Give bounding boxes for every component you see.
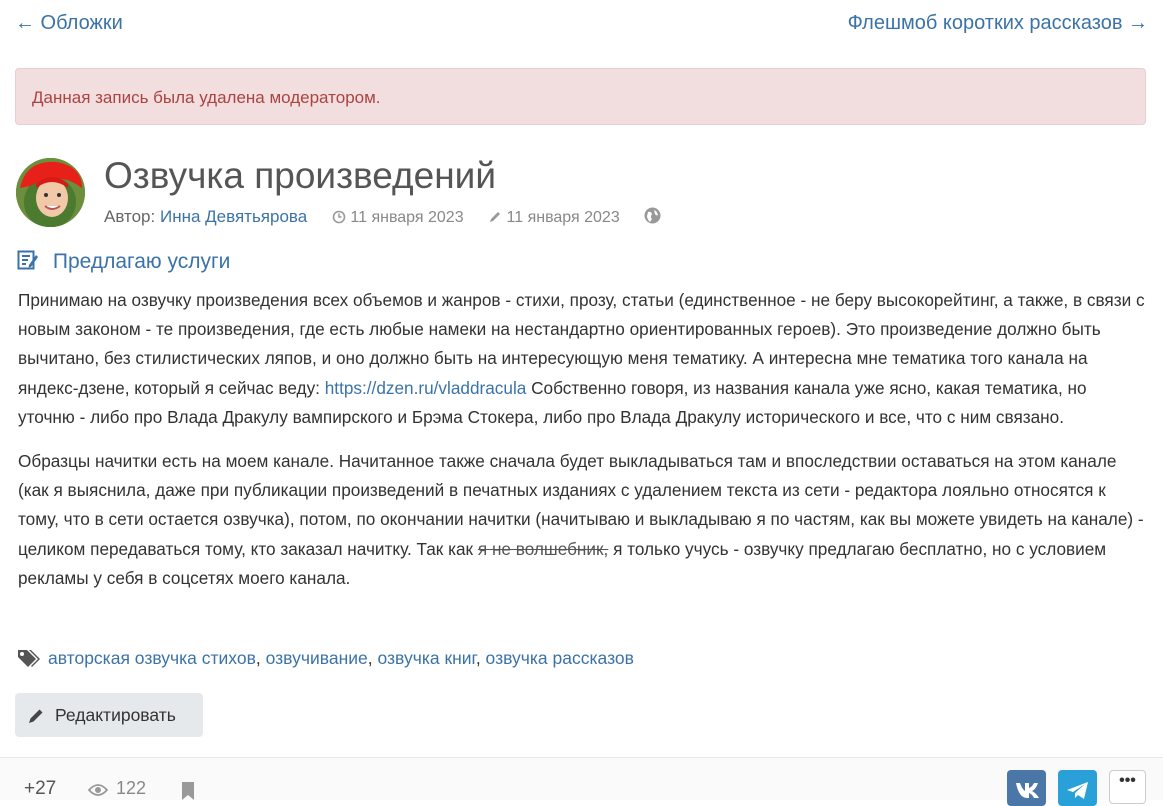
- views-counter: 122: [87, 778, 147, 799]
- moderation-alert: Данная запись была удалена модератором.: [15, 68, 1146, 125]
- edited-date: 11 января 2023: [488, 209, 624, 226]
- tag-link[interactable]: авторская озвучка стихов: [48, 648, 256, 668]
- share-telegram-button[interactable]: [1058, 770, 1097, 806]
- author-label: Автор:: [104, 207, 156, 226]
- clock-icon: [332, 210, 346, 224]
- globe-icon: [644, 207, 661, 224]
- paragraph: Образцы начитки есть на моем канале. Нач…: [18, 447, 1146, 593]
- rating[interactable]: +27: [24, 778, 56, 800]
- tag-link[interactable]: озвучка рассказов: [486, 648, 634, 668]
- next-post-link[interactable]: Флешмоб коротких рассказов →: [848, 12, 1148, 35]
- strikethrough-text: я не волшебник,: [477, 538, 609, 559]
- prev-post-link[interactable]: ← Обложки: [15, 12, 123, 35]
- post-body: Принимаю на озвучку произведения всех об…: [18, 286, 1146, 608]
- bookmark-button[interactable]: [181, 782, 195, 805]
- created-date: 11 января 2023: [332, 209, 468, 226]
- edit-button-label: Редактировать: [55, 705, 176, 725]
- vk-icon: [1016, 783, 1039, 798]
- tags-list: авторская озвучка стихов, озвучивание, о…: [17, 645, 634, 671]
- pencil-icon: [490, 212, 501, 222]
- tag-link[interactable]: озвучка книг: [377, 648, 475, 668]
- post-footer: +27 122 •••: [0, 757, 1163, 806]
- visibility: [644, 207, 661, 226]
- eye-icon: [87, 784, 109, 796]
- pencil-icon: [29, 709, 43, 723]
- post-meta: Автор: Инна Девятьярова 11 января 2023 1…: [104, 205, 661, 230]
- tag-separator: ,: [255, 648, 266, 668]
- share-vk-button[interactable]: [1007, 770, 1046, 806]
- bookmark-icon: [182, 782, 194, 800]
- post-navigation: ← Обложки Флешмоб коротких рассказов →: [15, 12, 1148, 40]
- tag-link[interactable]: озвучивание: [266, 648, 368, 668]
- views-count: 122: [116, 778, 147, 798]
- avatar[interactable]: [16, 158, 85, 227]
- channel-link[interactable]: https://dzen.ru/vladdracula: [325, 378, 527, 398]
- edit-note-icon: [17, 250, 38, 270]
- ellipsis-icon: •••: [1119, 772, 1136, 789]
- tags-icon: [18, 650, 40, 667]
- page-title: Озвучка произведений: [104, 155, 496, 196]
- paragraph: Принимаю на озвучку произведения всех об…: [18, 286, 1146, 432]
- post-category[interactable]: Предлагаю услуги: [17, 248, 230, 276]
- created-date-text: 11 января 2023: [350, 209, 464, 226]
- telegram-icon: [1067, 782, 1088, 799]
- edited-date-text: 11 января 2023: [506, 209, 620, 226]
- edit-button[interactable]: Редактировать: [15, 693, 203, 737]
- category-link[interactable]: Предлагаю услуги: [53, 250, 231, 273]
- tag-separator: ,: [475, 648, 486, 668]
- author-link[interactable]: Инна Девятьярова: [160, 207, 307, 226]
